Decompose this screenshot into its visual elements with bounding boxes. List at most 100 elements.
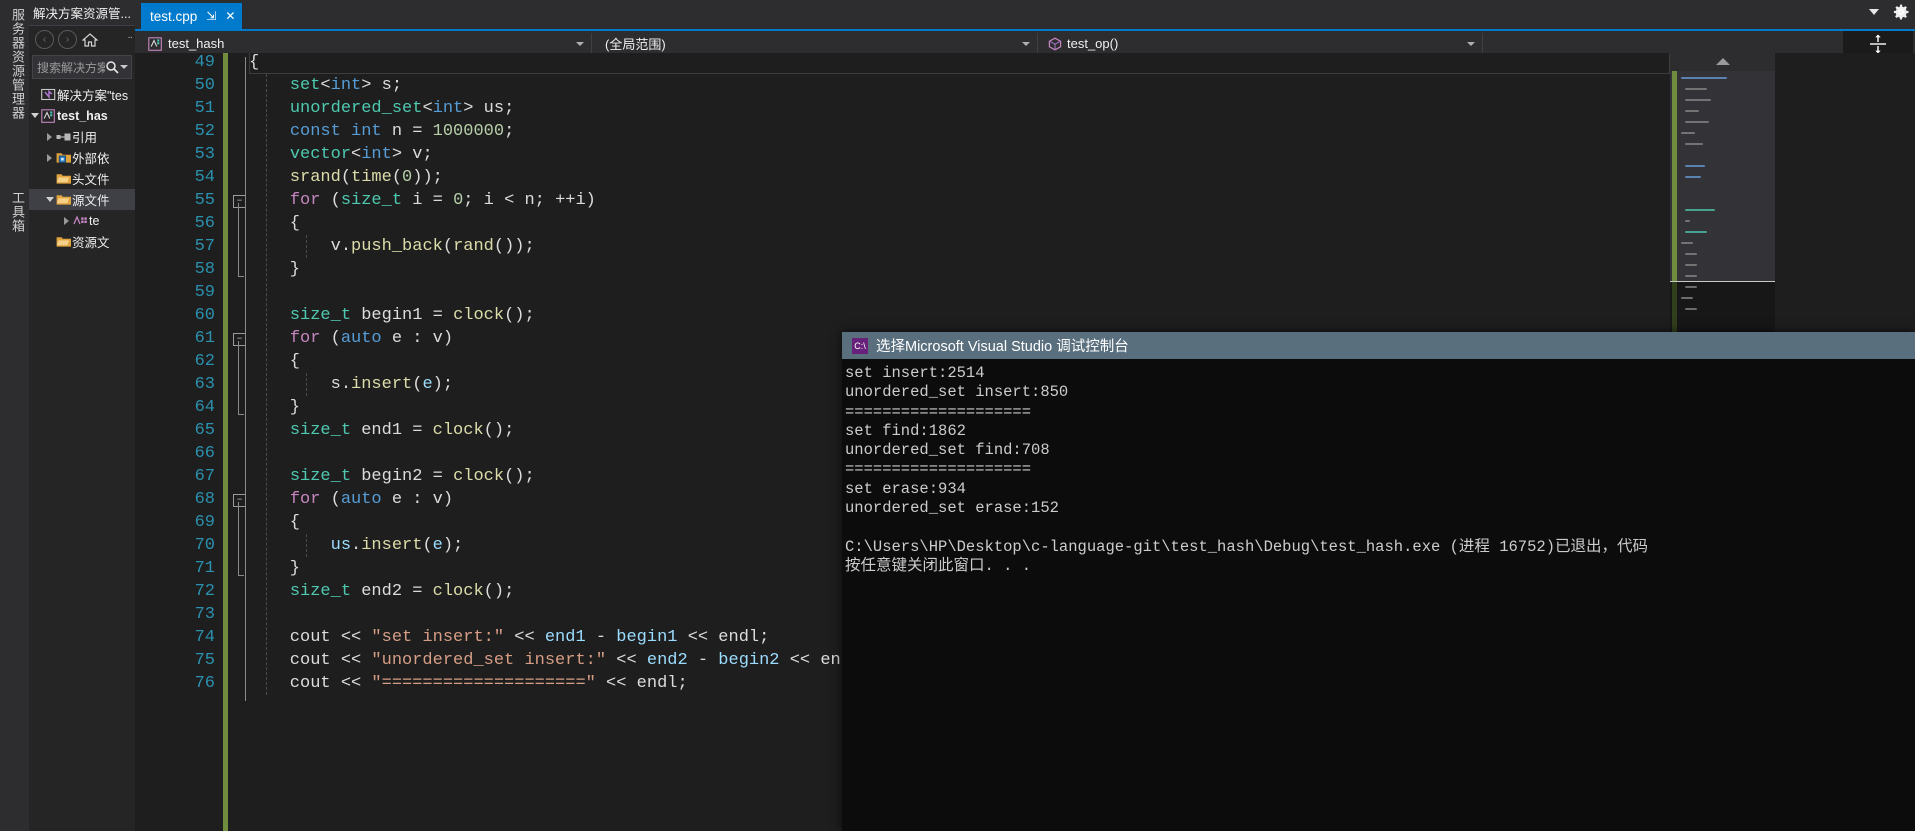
scope-selector-dropdown[interactable]: (全局范围) [597, 33, 1038, 54]
scroll-up-icon[interactable] [1670, 53, 1775, 70]
code-line[interactable]: cout << "set insert:" << end1 - begin1 <… [249, 626, 770, 649]
tree-item-header-files[interactable]: 头文件 [29, 168, 135, 189]
close-tab-icon[interactable]: ✕ [225, 10, 235, 22]
references-icon [55, 132, 72, 142]
code-line[interactable]: size_t end1 = clock(); [249, 419, 514, 442]
tree-item-project[interactable]: test_has [29, 105, 135, 126]
tree-label: 头文件 [72, 173, 110, 187]
block-structure-line [245, 57, 246, 701]
project-selector-label: test_hash [168, 36, 225, 51]
code-line[interactable]: { [249, 350, 300, 373]
twisty-open[interactable] [44, 197, 55, 202]
search-options-chevron-down-icon[interactable] [120, 65, 128, 69]
code-line[interactable]: } [249, 258, 300, 281]
code-line[interactable]: v.push_back(rand()); [249, 235, 535, 258]
tree-item-references[interactable]: 引用 [29, 126, 135, 147]
code-line[interactable]: vector<int> v; [249, 143, 433, 166]
minimap-code-line [1685, 264, 1697, 266]
minimap-code-line [1681, 77, 1727, 79]
tree-item-external-dependencies[interactable]: 外部依 [29, 147, 135, 168]
search-icon[interactable] [105, 60, 119, 74]
code-line[interactable]: } [249, 396, 300, 419]
line-number-gutter: 49 50 51 52 53 54 55 56 57 58 59 60 61 62 63 64 65 66 67 68… [135, 53, 221, 831]
home-icon[interactable] [81, 31, 99, 48]
line-number: 62 [194, 352, 215, 371]
code-folding-column[interactable]: − − − [231, 53, 249, 831]
line-number: 52 [194, 122, 215, 141]
minimap-code-line [1681, 297, 1693, 299]
twisty-closed[interactable] [44, 132, 55, 141]
line-number: 54 [194, 168, 215, 187]
overflow-icon[interactable]: ·· [127, 32, 133, 43]
code-line[interactable]: { [249, 511, 300, 534]
console-line: ==================== [845, 402, 1032, 421]
code-line[interactable]: srand(time(0)); [249, 166, 443, 189]
code-line[interactable]: const int n = 1000000; [249, 120, 514, 143]
console-line: set find:1862 [845, 421, 966, 440]
debug-console-window[interactable]: C:\ 选择Microsoft Visual Studio 调试控制台 set … [842, 332, 1915, 831]
editor-navigation-bar: test_hash (全局范围) test_op() [135, 29, 1915, 56]
forward-icon[interactable]: › [58, 30, 77, 49]
indent-guide [306, 235, 307, 258]
tree-label: test_has [57, 108, 108, 123]
console-line: C:\Users\HP\Desktop\c-language-git\test_… [845, 537, 1649, 556]
console-title-bar[interactable]: C:\ 选择Microsoft Visual Studio 调试控制台 [842, 332, 1915, 359]
tab-test-cpp[interactable]: test.cpp ⇲ ✕ [141, 3, 243, 29]
code-line[interactable]: for (auto e : v) [249, 488, 453, 511]
project-selector-dropdown[interactable]: test_hash [144, 33, 592, 54]
code-line[interactable]: size_t end2 = clock(); [249, 580, 514, 603]
code-line[interactable]: } [249, 557, 300, 580]
code-line[interactable]: for (auto e : v) [249, 327, 453, 350]
chevron-down-icon[interactable] [576, 41, 584, 46]
code-line[interactable]: for (size_t i = 0; i < n; ++i) [249, 189, 596, 212]
code-line[interactable]: cout << "unordered_set insert:" << end2 … [249, 649, 872, 672]
line-number: 70 [194, 536, 215, 555]
folder-icon [55, 193, 72, 206]
line-number: 61 [194, 329, 215, 348]
line-number: 55 [194, 191, 215, 210]
chevron-down-icon[interactable] [1467, 41, 1475, 46]
twisty-closed[interactable] [44, 153, 55, 162]
console-output: set insert:2514 unordered_set insert:850 =… [842, 359, 1915, 576]
code-line[interactable]: set<int> s; [249, 74, 402, 97]
pin-tab-icon[interactable]: ⇲ [206, 10, 216, 22]
console-line: 按任意键关闭此窗口. . . [845, 556, 1032, 575]
code-line[interactable]: unordered_set<int> us; [249, 97, 514, 120]
line-number: 69 [194, 513, 215, 532]
console-line: unordered_set find:708 [845, 441, 1050, 460]
minimap-code-line [1685, 286, 1697, 288]
code-line[interactable]: size_t begin1 = clock(); [249, 304, 535, 327]
twisty-closed[interactable] [61, 216, 72, 225]
back-icon[interactable]: ‹ [35, 30, 54, 49]
tree-item-solution[interactable]: 解决方案"tes [29, 84, 135, 105]
code-line[interactable]: us.insert(e); [249, 534, 464, 557]
block-structure-line [238, 203, 239, 276]
minimap-code-line [1685, 176, 1701, 178]
console-line: set insert:2514 [845, 364, 985, 382]
line-number: 74 [194, 628, 215, 647]
code-line[interactable]: cout << "====================" << endl; [249, 672, 688, 695]
code-line[interactable]: s.insert(e); [249, 373, 453, 396]
tree-item-resource-files[interactable]: 资源文 [29, 231, 135, 252]
member-selector-label: test_op() [1067, 36, 1119, 51]
minimap-code-line [1685, 121, 1709, 123]
chevron-down-icon[interactable] [1869, 9, 1879, 15]
cpp-file-icon [72, 214, 89, 227]
console-line: set erase:934 [845, 479, 966, 498]
gear-icon[interactable] [1893, 4, 1909, 20]
indent-guide [306, 373, 307, 396]
tree-item-cpp-file[interactable]: te [29, 210, 135, 231]
search-input[interactable]: 搜索解决方案 [33, 59, 105, 76]
search-solution-row[interactable]: 搜索解决方案 [32, 55, 132, 79]
console-title-label: 选择Microsoft Visual Studio 调试控制台 [876, 339, 1129, 355]
twisty-open[interactable] [29, 113, 40, 118]
tree-label: 引用 [72, 131, 98, 145]
code-line[interactable]: { [249, 53, 259, 74]
code-line[interactable]: { [249, 212, 300, 235]
code-line[interactable]: size_t begin2 = clock(); [249, 465, 535, 488]
member-selector-dropdown[interactable]: test_op() [1042, 33, 1483, 54]
chevron-down-icon[interactable] [1022, 41, 1030, 46]
tree-item-source-files[interactable]: 源文件 [29, 189, 135, 210]
change-tracking-bar [223, 53, 228, 831]
